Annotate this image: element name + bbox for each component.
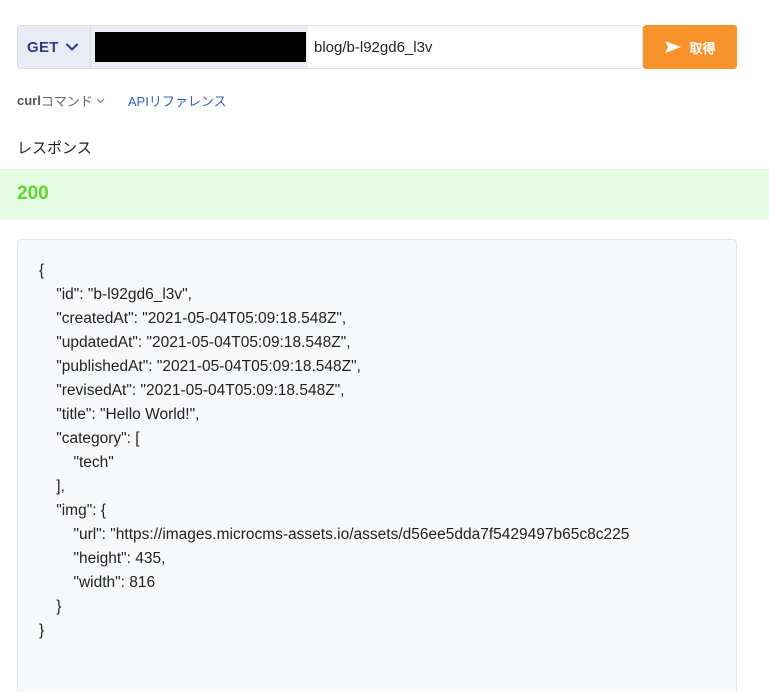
- request-bar: GET: [17, 25, 643, 69]
- curl-label-bold: curl: [17, 93, 41, 108]
- endpoint-input[interactable]: [308, 26, 642, 68]
- send-button[interactable]: 取得: [643, 25, 737, 69]
- json-response: { "id": "b-l92gd6_l3v", "createdAt": "20…: [39, 262, 630, 639]
- api-preview-page: GET 取得 curlコマンド APIリファレンス レスポンス 200 { "i…: [0, 0, 769, 692]
- status-code: 200: [17, 183, 49, 204]
- chevron-down-icon: [65, 43, 78, 51]
- links-row: curl コマンド APIリファレンス: [17, 91, 227, 110]
- status-banner: 200: [0, 169, 769, 219]
- curl-label-rest: コマンド: [40, 94, 93, 109]
- redacted-base-url: [95, 32, 306, 62]
- send-button-label: 取得: [689, 40, 716, 56]
- curl-command-toggle[interactable]: curl コマンド: [17, 91, 105, 110]
- api-reference-link[interactable]: APIリファレンス: [128, 91, 227, 110]
- send-icon: [665, 41, 682, 53]
- method-select[interactable]: GET: [18, 26, 91, 68]
- response-heading: レスポンス: [17, 140, 92, 157]
- method-label: GET: [27, 38, 59, 56]
- base-url: [91, 26, 308, 68]
- small-chevron-icon: [96, 98, 105, 103]
- response-body[interactable]: { "id": "b-l92gd6_l3v", "createdAt": "20…: [17, 239, 737, 692]
